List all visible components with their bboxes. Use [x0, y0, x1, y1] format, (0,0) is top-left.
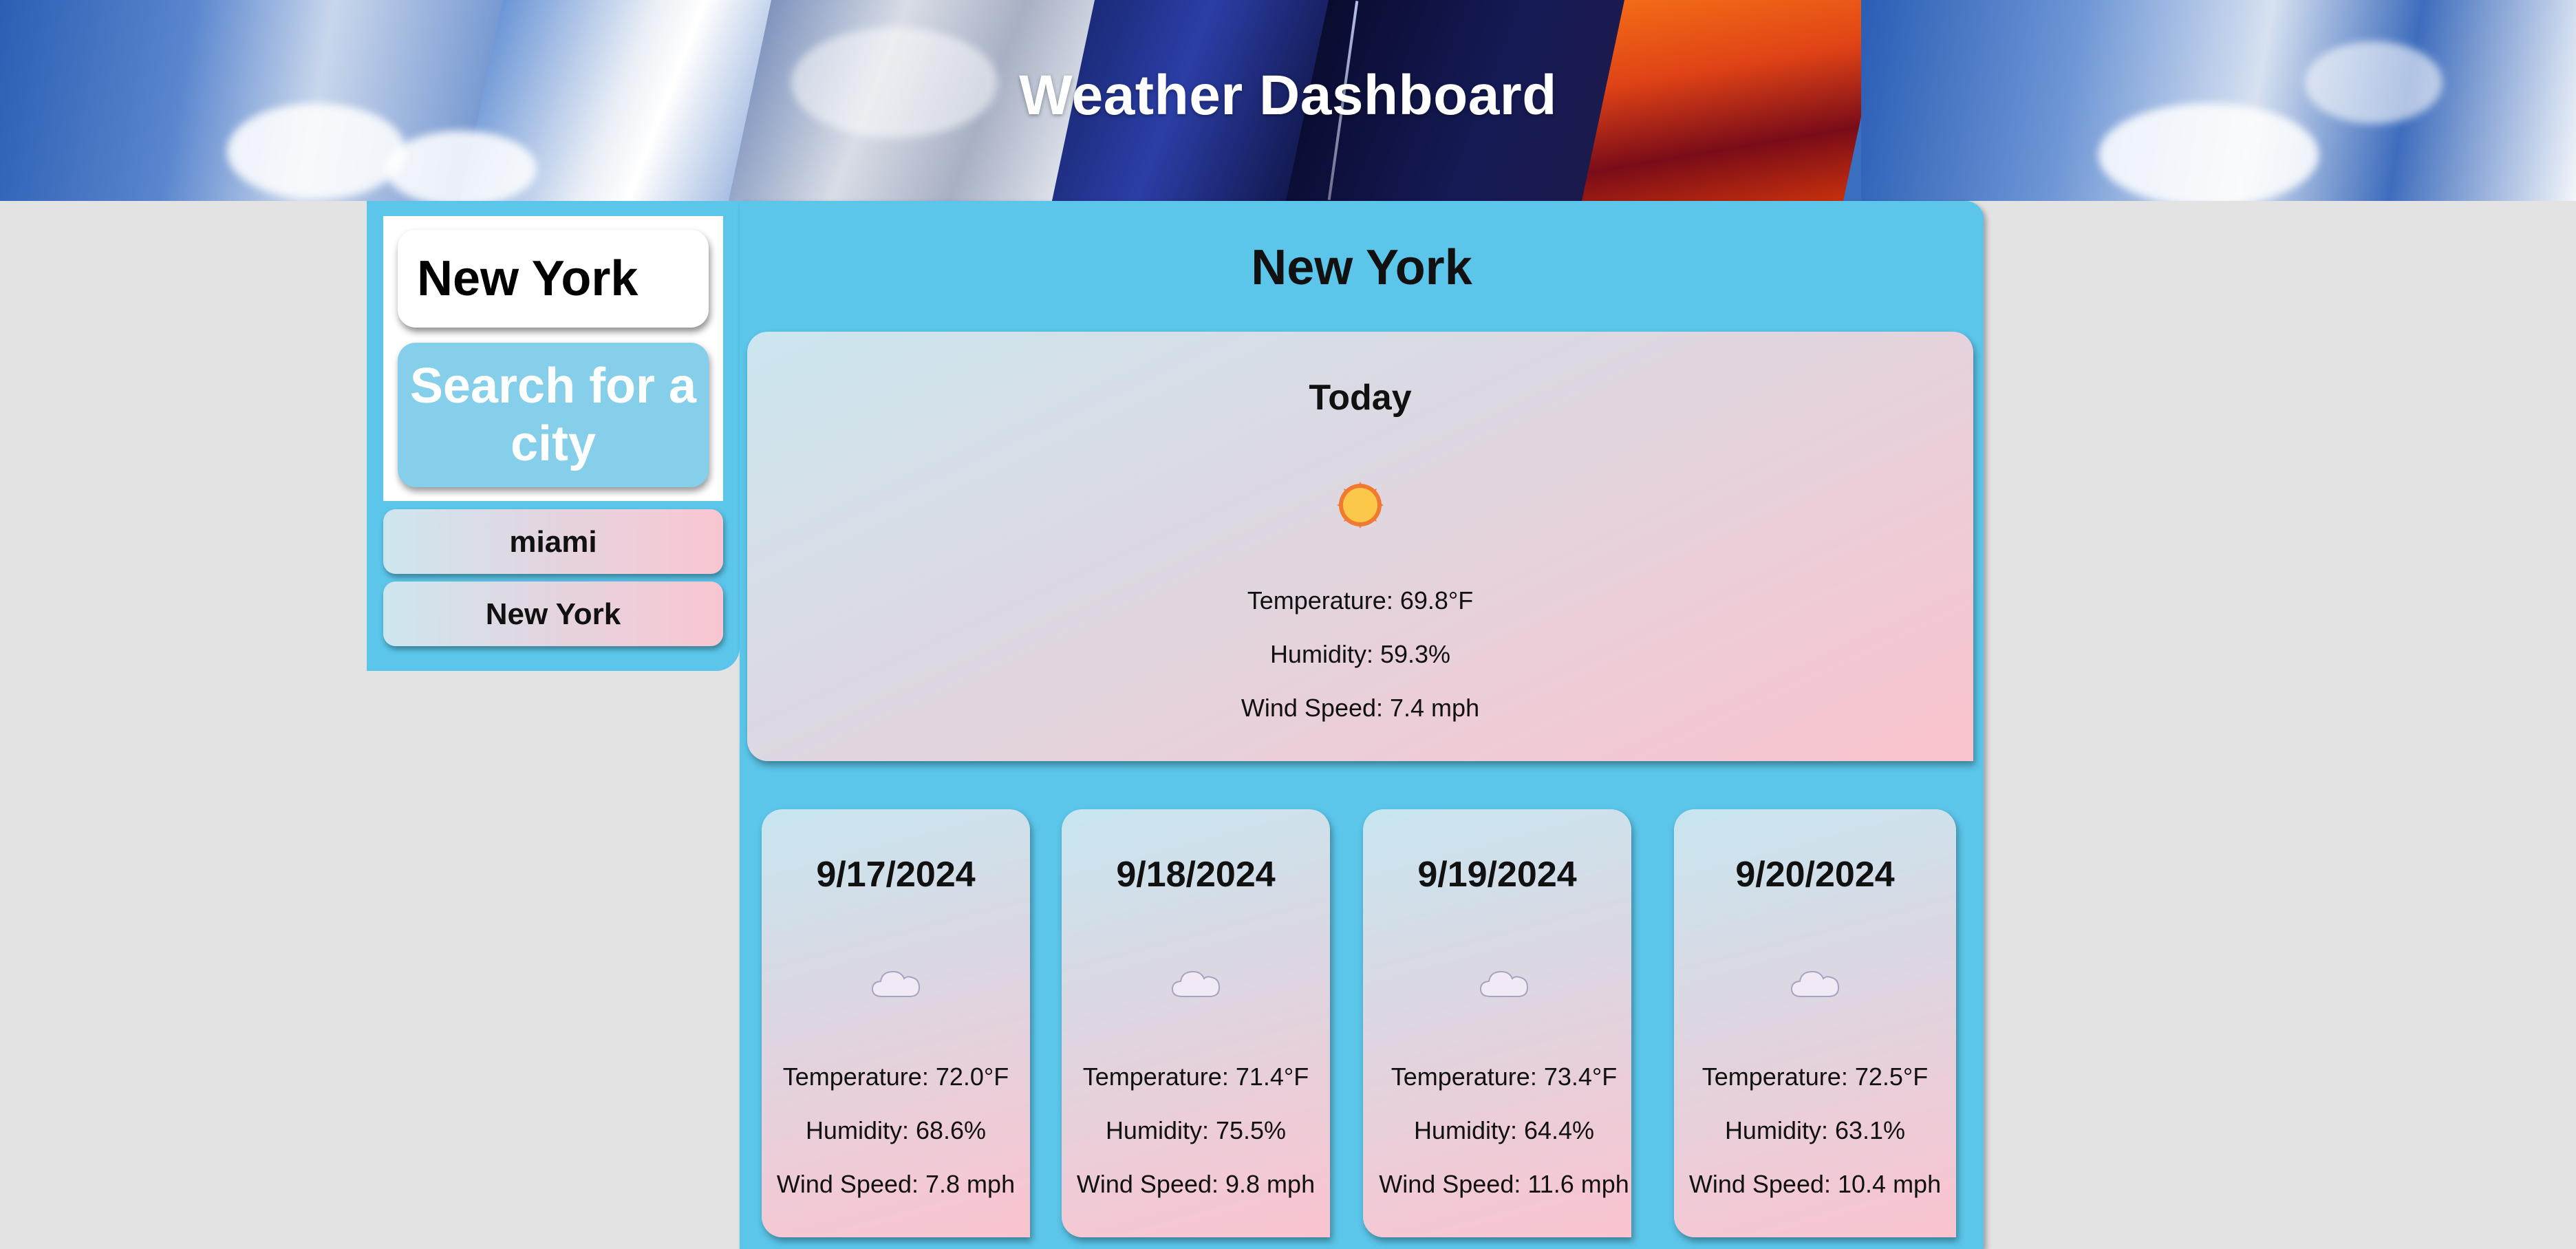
today-wind-speed: Wind Speed: 7.4 mph	[1241, 694, 1480, 722]
cloud-icon	[1479, 970, 1529, 997]
forecast-date: 9/17/2024	[816, 855, 976, 895]
cloud-icon	[1171, 970, 1221, 997]
page-title: Weather Dashboard	[1019, 64, 1557, 127]
cloud-icon	[871, 970, 921, 997]
today-humidity: Humidity: 59.3%	[1269, 640, 1451, 668]
forecast-temperature: Temperature: 73.4°F	[1391, 1063, 1618, 1091]
history-button-miami[interactable]: miami	[383, 509, 723, 574]
forecast-date: 9/20/2024	[1735, 855, 1895, 895]
forecast-date: 9/18/2024	[1116, 855, 1276, 895]
sun-icon	[1337, 482, 1384, 529]
forecast-temperature: Temperature: 72.0°F	[782, 1063, 1009, 1091]
forecast-humidity: Humidity: 63.1%	[1724, 1116, 1906, 1144]
forecast-wind-speed: Wind Speed: 10.4 mph	[1688, 1170, 1942, 1198]
forecast-humidity: Humidity: 68.6%	[805, 1116, 987, 1144]
forecast-wind-speed: Wind Speed: 9.8 mph	[1076, 1170, 1316, 1198]
forecast-humidity: Humidity: 64.4%	[1413, 1116, 1595, 1144]
forecast-temperature: Temperature: 72.5°F	[1702, 1063, 1929, 1091]
current-city-title: New York	[1251, 240, 1472, 295]
cloud-icon	[1790, 970, 1840, 997]
forecast-wind-speed: Wind Speed: 7.8 mph	[776, 1170, 1016, 1198]
today-temperature: Temperature: 69.8°F	[1247, 586, 1474, 615]
forecast-wind-speed: Wind Speed: 11.6 mph	[1379, 1170, 1629, 1198]
history-button-new-york[interactable]: New York	[383, 581, 723, 646]
today-label: Today	[1309, 378, 1412, 418]
search-city-button[interactable]: Search for a city	[398, 343, 709, 487]
forecast-date: 9/19/2024	[1417, 855, 1577, 895]
city-search-input[interactable]	[398, 230, 709, 328]
forecast-humidity: Humidity: 75.5%	[1105, 1116, 1287, 1144]
forecast-temperature: Temperature: 71.4°F	[1082, 1063, 1309, 1091]
